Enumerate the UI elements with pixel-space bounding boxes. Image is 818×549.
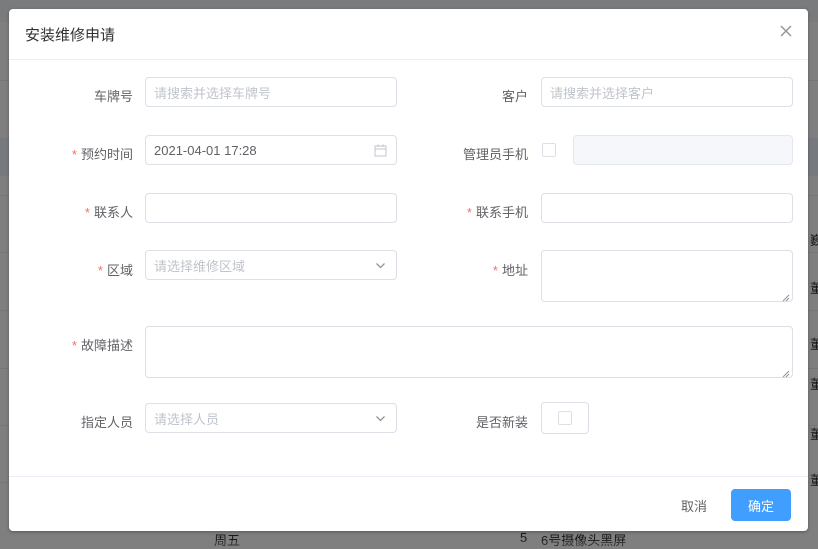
contact-label: * 联系人 bbox=[84, 205, 133, 220]
fault-label: * 故障描述 bbox=[71, 338, 133, 353]
fault-description-textarea[interactable] bbox=[145, 326, 793, 378]
admin-phone-input bbox=[573, 135, 793, 165]
plate-select-input[interactable]: 请搜索并选择车牌号 bbox=[145, 77, 397, 107]
appointment-time-value: 2021-04-01 17:28 bbox=[154, 142, 257, 158]
required-mark: * bbox=[71, 338, 77, 353]
region-placeholder: 请选择维修区域 bbox=[154, 258, 246, 274]
required-mark: * bbox=[71, 147, 77, 162]
resize-handle-icon[interactable] bbox=[781, 366, 790, 378]
appointment-time-picker[interactable]: 2021-04-01 17:28 bbox=[145, 135, 397, 165]
is-new-install-checkbox[interactable] bbox=[558, 411, 572, 425]
dialog-header-divider bbox=[9, 59, 808, 60]
contact-input[interactable] bbox=[145, 193, 397, 223]
install-repair-dialog: 安装维修申请 车牌号 请搜索并选择车牌号 客户 请搜索并选择客户 * 预约时间 2… bbox=[9, 9, 808, 531]
region-select[interactable]: 请选择维修区域 bbox=[145, 250, 397, 280]
customer-select-input[interactable]: 请搜索并选择客户 bbox=[541, 77, 793, 107]
required-mark: * bbox=[492, 263, 498, 278]
assignee-label: 指定人员 bbox=[80, 415, 133, 430]
required-mark: * bbox=[84, 205, 90, 220]
address-label: * 地址 bbox=[492, 263, 528, 278]
close-icon[interactable] bbox=[778, 23, 794, 39]
is-new-install-checkbox-wrapper[interactable] bbox=[541, 402, 589, 434]
is-new-install-label: 是否新装 bbox=[475, 415, 528, 430]
required-mark: * bbox=[97, 263, 103, 278]
calendar-icon[interactable] bbox=[374, 144, 387, 157]
required-mark: * bbox=[466, 205, 472, 220]
contact-phone-input[interactable] bbox=[541, 193, 793, 223]
dialog-footer-divider bbox=[9, 476, 808, 477]
chevron-down-icon[interactable] bbox=[374, 412, 387, 425]
address-textarea[interactable] bbox=[541, 250, 793, 302]
region-label: * 区域 bbox=[97, 263, 133, 278]
assignee-select[interactable]: 请选择人员 bbox=[145, 403, 397, 433]
cancel-button[interactable]: 取消 bbox=[669, 489, 719, 521]
admin-phone-label: 管理员手机 bbox=[462, 147, 528, 162]
chevron-down-icon[interactable] bbox=[374, 259, 387, 272]
dialog-title: 安装维修申请 bbox=[25, 27, 116, 44]
customer-label: 客户 bbox=[501, 89, 528, 104]
admin-phone-checkbox[interactable] bbox=[542, 143, 556, 157]
appointment-time-label: * 预约时间 bbox=[71, 147, 133, 162]
customer-placeholder: 请搜索并选择客户 bbox=[550, 85, 655, 101]
plate-placeholder: 请搜索并选择车牌号 bbox=[154, 85, 272, 101]
plate-label: 车牌号 bbox=[93, 89, 133, 104]
resize-handle-icon[interactable] bbox=[781, 290, 790, 302]
contact-phone-label: * 联系手机 bbox=[466, 205, 528, 220]
assignee-placeholder: 请选择人员 bbox=[154, 411, 220, 427]
confirm-button[interactable]: 确定 bbox=[731, 489, 791, 521]
